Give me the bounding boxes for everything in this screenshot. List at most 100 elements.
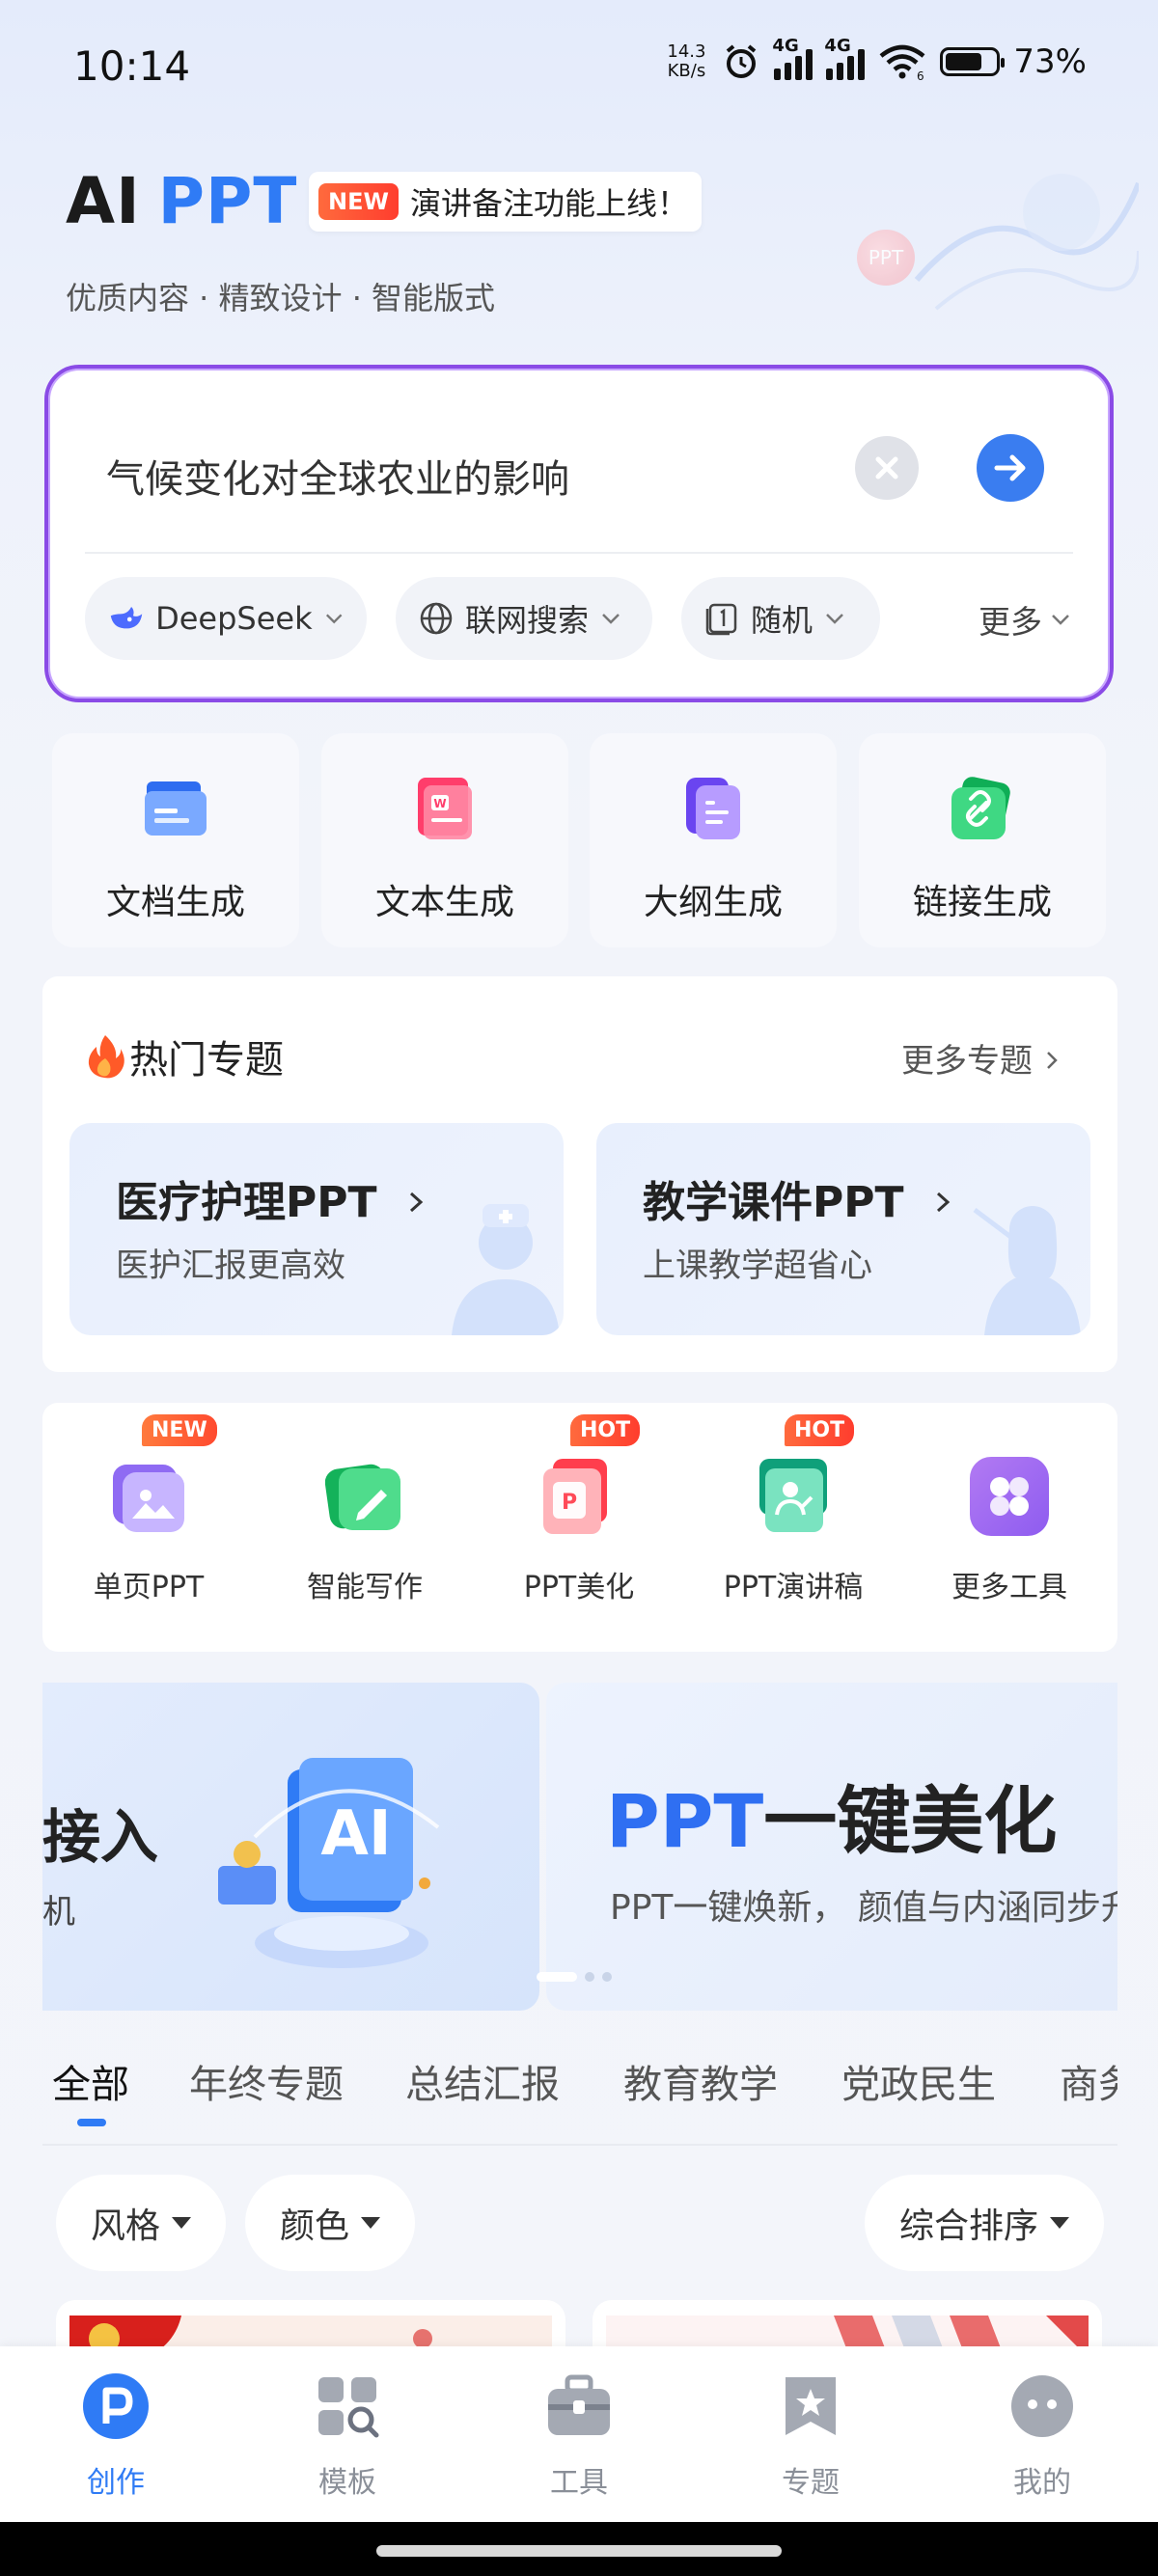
caret-down-icon	[1050, 2217, 1070, 2229]
carousel-indicator	[537, 1972, 612, 1982]
template-grid-icon	[313, 2371, 382, 2441]
announcement-text: 演讲备注功能上线！	[409, 185, 688, 222]
topic-title: 医疗护理PPT	[116, 1167, 428, 1229]
teacher-figure-icon	[973, 1206, 1081, 1335]
chevron-down-icon	[1052, 615, 1069, 625]
slide2-subtitle: PPT一键焕新， 颜值与内涵同步升	[610, 1888, 1117, 1928]
battery-icon	[940, 47, 1006, 76]
chevron-right-icon	[1046, 1052, 1058, 1069]
active-tab-indicator	[77, 2119, 106, 2126]
color-filter[interactable]: 颜色	[245, 2175, 416, 2271]
tab-year-end[interactable]: 年终专题	[189, 2053, 344, 2109]
topic-card-medical[interactable]: 医疗护理PPT 医护汇报更高效	[69, 1123, 564, 1335]
more-topics-link[interactable]: 更多专题	[901, 1034, 1061, 1082]
battery-percent: 73%	[1013, 42, 1087, 81]
text-generate-tile[interactable]: W 文本生成	[321, 733, 568, 947]
signal-sim2-icon: 4G	[824, 36, 866, 80]
header-subtitle: 优质内容 · 精致设计 · 智能版式	[66, 280, 496, 316]
hot-badge: HOT	[570, 1414, 641, 1446]
sort-filter[interactable]: 综合排序	[865, 2175, 1105, 2271]
deepseek-whale-icon	[110, 606, 143, 629]
slide1-title: 接入	[42, 1804, 158, 1872]
alarm-icon	[727, 44, 757, 78]
pen-write-icon	[324, 1457, 404, 1536]
app-logo: AI PPT	[66, 164, 298, 238]
bookmark-star-icon	[776, 2371, 845, 2441]
net-speed: 14.3 KB/s	[667, 41, 706, 81]
slide2-title: PPT一键美化	[606, 1778, 1058, 1864]
wifi-icon: 6	[879, 44, 925, 81]
chevron-right-icon	[409, 1192, 424, 1213]
caret-down-icon	[172, 2217, 192, 2229]
tool-more-tools[interactable]: 更多工具	[932, 1457, 1087, 1605]
topic-subtitle: 医护汇报更高效	[116, 1247, 345, 1285]
tab-education[interactable]: 教育教学	[623, 2053, 778, 2109]
chevron-down-icon	[602, 614, 620, 624]
home-indicator[interactable]	[376, 2545, 782, 2557]
nav-profile[interactable]: 我的	[965, 2371, 1119, 2501]
hot-badge: HOT	[785, 1414, 855, 1446]
word-doc-icon: W	[410, 774, 480, 843]
create-p-icon	[81, 2371, 151, 2441]
globe-icon	[420, 602, 453, 635]
decorative-ppt-bubble: PPT	[857, 230, 915, 286]
tool-ppt-speech-script[interactable]: HOT PPT演讲稿	[716, 1414, 870, 1605]
ai-chip-illustration: AI	[218, 1758, 440, 1968]
chevron-down-icon	[826, 614, 843, 624]
new-tag: NEW	[318, 183, 399, 220]
outline-doc-icon	[678, 774, 748, 843]
svg-text:6: 6	[917, 69, 924, 81]
grid-more-icon	[970, 1457, 1049, 1536]
slide1-subtitle: 机	[42, 1893, 75, 1932]
single-page-icon: NEW	[109, 1414, 217, 1536]
nav-templates[interactable]: 模板	[270, 2371, 425, 2501]
chevron-right-icon	[936, 1192, 951, 1213]
link-generate-tile[interactable]: 链接生成	[859, 733, 1106, 947]
header-decoration	[914, 174, 1139, 311]
svg-text:AI: AI	[320, 1798, 391, 1870]
tool-single-page-ppt[interactable]: NEW 单页PPT	[71, 1414, 226, 1605]
more-options-button[interactable]: 更多	[979, 596, 1071, 643]
topic-subtitle: 上课教学超省心	[643, 1247, 872, 1285]
svg-text:W: W	[433, 797, 446, 810]
tab-summary[interactable]: 总结汇报	[405, 2053, 560, 2109]
tab-government[interactable]: 党政民生	[841, 2053, 996, 2109]
arrow-right-icon	[994, 454, 1026, 481]
announcement-banner[interactable]: NEW 演讲备注功能上线！	[309, 172, 702, 232]
flame-icon	[88, 1035, 124, 1079]
tabs-divider	[42, 2144, 1117, 2146]
profile-face-icon	[1007, 2371, 1077, 2441]
web-search-chip[interactable]: 联网搜索	[396, 577, 652, 660]
tab-business[interactable]: 商务	[1060, 2053, 1117, 2109]
status-time: 10:14	[73, 42, 191, 90]
page-one-icon	[705, 603, 737, 636]
page-count-chip[interactable]: 随机	[681, 577, 880, 660]
nav-tools[interactable]: 工具	[502, 2371, 656, 2501]
search-input[interactable]: 气候变化对全球农业的影响	[106, 448, 569, 504]
tool-ppt-beautify[interactable]: HOT P PPT美化	[502, 1414, 656, 1605]
signal-sim1-icon: 4G	[772, 36, 813, 80]
speech-script-icon: HOT	[754, 1414, 855, 1536]
topic-card-teaching[interactable]: 教学课件PPT 上课教学超省心	[596, 1123, 1090, 1335]
outline-generate-tile[interactable]: 大纲生成	[590, 733, 837, 947]
search-divider	[85, 552, 1073, 554]
hot-topics-title: 热门专题	[85, 1028, 284, 1084]
clear-button[interactable]	[855, 436, 919, 500]
nav-create[interactable]: 创作	[39, 2371, 193, 2501]
svg-text:P: P	[562, 1491, 577, 1515]
ppt-beautify-icon: HOT P	[539, 1414, 641, 1536]
status-icons: 14.3 KB/s 4G 4G 6 73%	[664, 36, 1087, 81]
close-icon	[875, 456, 898, 480]
style-filter[interactable]: 风格	[56, 2175, 227, 2271]
link-doc-icon	[948, 774, 1017, 843]
nav-topics[interactable]: 专题	[733, 2371, 888, 2501]
model-select-chip[interactable]: DeepSeek	[85, 577, 367, 660]
send-button[interactable]	[977, 434, 1044, 502]
tool-smart-writing[interactable]: 智能写作	[288, 1457, 442, 1605]
doc-generate-tile[interactable]: 文档生成	[52, 733, 299, 947]
topic-title: 教学课件PPT	[643, 1167, 955, 1229]
tab-all[interactable]: 全部	[52, 2053, 129, 2109]
new-badge: NEW	[142, 1414, 217, 1446]
caret-down-icon	[361, 2217, 381, 2229]
toolbox-icon	[544, 2371, 614, 2441]
